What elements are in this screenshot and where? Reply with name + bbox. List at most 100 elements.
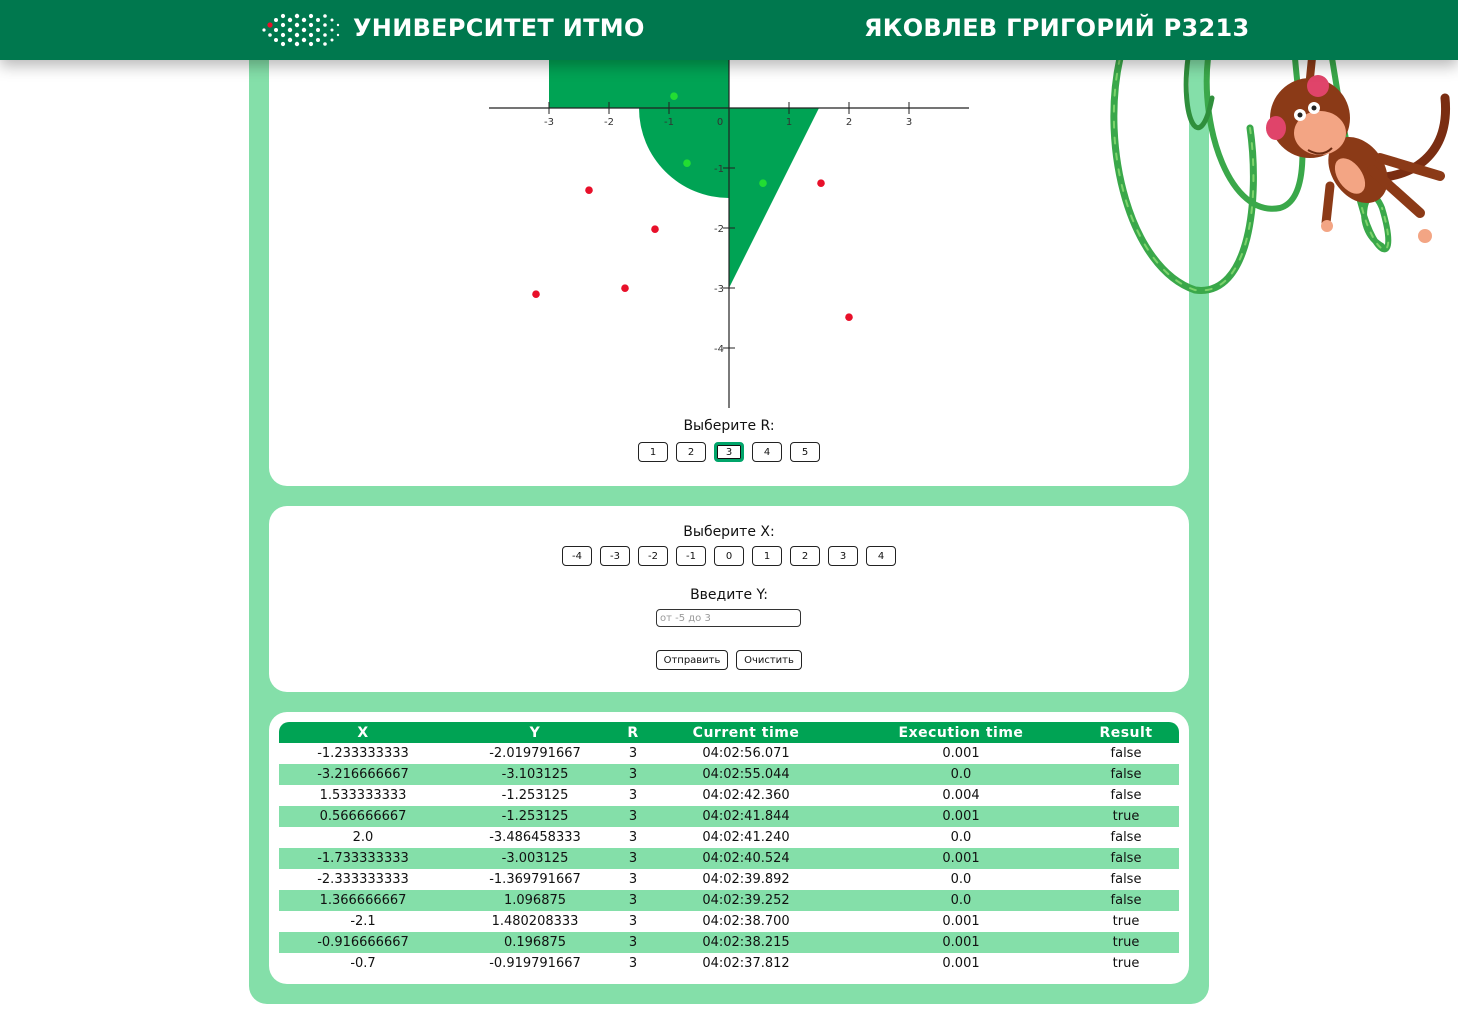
table-cell: 04:02:56.071 bbox=[702, 746, 790, 761]
university-name: УНИВЕРСИТЕТ ИТМО bbox=[353, 14, 645, 42]
miss-point bbox=[651, 225, 659, 233]
table-cell: 04:02:37.812 bbox=[702, 956, 790, 971]
x-option-button[interactable]: 1 bbox=[752, 546, 782, 566]
x-option-button[interactable]: 0 bbox=[714, 546, 744, 566]
table-cell: 3 bbox=[628, 872, 638, 887]
table-header-cell: Execution time bbox=[849, 722, 1073, 743]
table-cell: 0.001 bbox=[942, 914, 980, 929]
x-option-button[interactable]: -2 bbox=[638, 546, 668, 566]
submit-button[interactable]: Отправить bbox=[656, 650, 728, 670]
area-plot[interactable]: -3 -2 -1 0 1 2 3 -1 -2 -3 -4 bbox=[470, 55, 990, 410]
table-cell: -1.369791667 bbox=[489, 872, 581, 887]
table-cell: -0.919791667 bbox=[489, 956, 581, 971]
table-cell: 3 bbox=[623, 806, 643, 827]
miss-point bbox=[585, 186, 593, 194]
r-option-button[interactable]: 4 bbox=[752, 442, 782, 462]
r-option-button[interactable]: 5 bbox=[790, 442, 820, 462]
table-cell: false bbox=[1073, 848, 1179, 869]
table-cell: 3 bbox=[628, 956, 638, 971]
y-tick-label: -1 bbox=[714, 164, 724, 175]
x-tick-label: -3 bbox=[544, 117, 554, 128]
student-name: ЯКОВЛЕВ ГРИГОРИЙ P3213 bbox=[864, 14, 1250, 42]
table-row: 1.533333333 -1.253125 3 04:02:42.360 0.004 fa… bbox=[279, 785, 1179, 806]
table-row: -0.7 -0.919791667 3 04:02:37.812 0.001 true bbox=[279, 953, 1179, 974]
table-cell: 0.001 bbox=[849, 932, 1073, 953]
table-row: 2.0 -3.486458333 3 04:02:41.240 0.0 false bbox=[279, 827, 1179, 848]
area-quarter-circle bbox=[639, 108, 729, 198]
hit-point bbox=[670, 92, 678, 100]
table-header-row: X Y R Current time Execution time Result bbox=[279, 722, 1179, 743]
table-row: -2.333333333 -1.369791667 3 04:02:39.892 0.0… bbox=[279, 869, 1179, 890]
r-option-button[interactable]: 1 bbox=[638, 442, 668, 462]
table-cell: 3 bbox=[623, 932, 643, 953]
x-option-button[interactable]: 3 bbox=[828, 546, 858, 566]
table-cell: 3 bbox=[623, 890, 643, 911]
x-tick-label: 2 bbox=[846, 117, 852, 128]
x-option-button[interactable]: -1 bbox=[676, 546, 706, 566]
table-row: -1.233333333 -2.019791667 3 04:02:56.071 0.0… bbox=[279, 743, 1179, 764]
r-option-button[interactable]: 2 bbox=[676, 442, 706, 462]
x-option-button[interactable]: 2 bbox=[790, 546, 820, 566]
table-row: -0.916666667 0.196875 3 04:02:38.215 0.001 tr… bbox=[279, 932, 1179, 953]
x-tick-label: -2 bbox=[604, 117, 614, 128]
r-select-label: Выберите R: bbox=[683, 418, 775, 434]
clear-button[interactable]: Очистить bbox=[736, 650, 802, 670]
x-option-button[interactable]: -3 bbox=[600, 546, 630, 566]
results-table: X Y R Current time Execution time Result -1.2… bbox=[279, 722, 1179, 974]
x-tick-label: 3 bbox=[906, 117, 912, 128]
table-cell: 2.0 bbox=[352, 830, 374, 845]
table-cell: false bbox=[1110, 746, 1142, 761]
table-cell: 3 bbox=[623, 764, 643, 785]
table-cell: 0.196875 bbox=[447, 932, 623, 953]
y-tick-label: -4 bbox=[714, 344, 724, 355]
area-triangle bbox=[729, 108, 819, 288]
table-cell: 1.480208333 bbox=[491, 914, 579, 929]
table-cell: 0.566666667 bbox=[279, 806, 447, 827]
table-cell: 04:02:41.844 bbox=[643, 806, 849, 827]
table-cell: -2.019791667 bbox=[489, 746, 581, 761]
table-header-cell: Current time bbox=[643, 722, 849, 743]
site-header: УНИВЕРСИТЕТ ИТМО ЯКОВЛЕВ ГРИГОРИЙ P3213 bbox=[0, 0, 1458, 60]
table-header-cell: Result bbox=[1073, 722, 1179, 743]
table-row: -1.733333333 -3.003125 3 04:02:40.524 0.001 f… bbox=[279, 848, 1179, 869]
y-input-label: Введите Y: bbox=[690, 587, 768, 603]
x-option-button[interactable]: -4 bbox=[562, 546, 592, 566]
table-cell: 04:02:40.524 bbox=[643, 848, 849, 869]
r-option-button[interactable]: 3 bbox=[714, 442, 744, 462]
table-row: -3.216666667 -3.103125 3 04:02:55.044 0.0 fal… bbox=[279, 764, 1179, 785]
y-tick-label: -2 bbox=[714, 224, 724, 235]
table-cell: false bbox=[1073, 890, 1179, 911]
table-cell: 0.0 bbox=[849, 764, 1073, 785]
hit-point bbox=[683, 159, 691, 167]
y-tick-label: -3 bbox=[714, 284, 724, 295]
table-cell: 0.001 bbox=[942, 746, 980, 761]
table-cell: 1.533333333 bbox=[319, 788, 407, 803]
table-cell: 1.096875 bbox=[447, 890, 623, 911]
table-cell: true bbox=[1112, 956, 1140, 971]
x-option-button[interactable]: 4 bbox=[866, 546, 896, 566]
table-header-cell: R bbox=[623, 722, 643, 743]
y-input[interactable] bbox=[656, 609, 801, 627]
table-cell: -2.333333333 bbox=[317, 872, 409, 887]
table-cell: 04:02:38.215 bbox=[643, 932, 849, 953]
table-cell: true bbox=[1073, 806, 1179, 827]
x-tick-label: 1 bbox=[786, 117, 792, 128]
table-cell: 04:02:41.240 bbox=[702, 830, 790, 845]
x-tick-label: 0 bbox=[717, 117, 723, 128]
table-cell: 04:02:39.252 bbox=[643, 890, 849, 911]
area-rectangle bbox=[549, 55, 729, 108]
table-cell: -0.7 bbox=[350, 956, 376, 971]
table-cell: -3.003125 bbox=[447, 848, 623, 869]
table-cell: 3 bbox=[628, 746, 638, 761]
table-cell: -3.103125 bbox=[447, 764, 623, 785]
table-body: -1.233333333 -2.019791667 3 04:02:56.071 0.0… bbox=[279, 743, 1179, 974]
miss-point bbox=[621, 284, 629, 292]
table-cell: 3 bbox=[623, 848, 643, 869]
table-cell: -1.733333333 bbox=[279, 848, 447, 869]
r-button-group: 12345 bbox=[269, 442, 1189, 462]
table-header-cell: X bbox=[279, 722, 447, 743]
table-cell: true bbox=[1112, 914, 1140, 929]
table-cell: 0.0 bbox=[950, 830, 972, 845]
table-cell: false bbox=[1110, 872, 1142, 887]
miss-point bbox=[845, 313, 853, 321]
